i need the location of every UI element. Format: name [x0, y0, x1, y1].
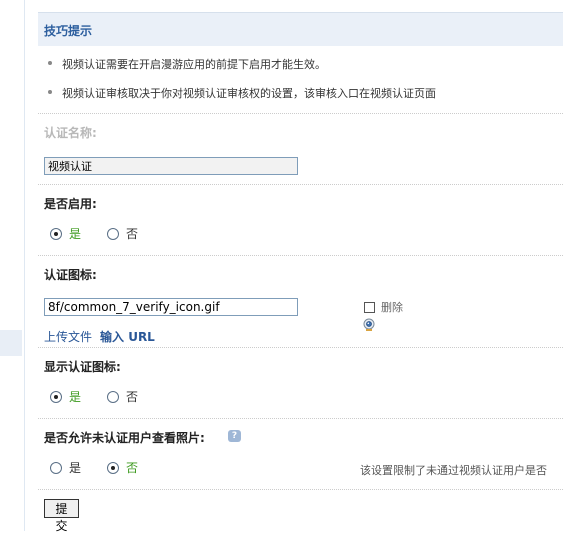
bullet-icon [48, 61, 52, 65]
name-label: 认证名称: [44, 126, 97, 140]
left-sidebar [0, 0, 25, 531]
icon-path-input[interactable] [44, 298, 298, 316]
divider [38, 347, 563, 348]
tip-item: 视频认证审核取决于你对视频认证审核权的设置，该审核入口在视频认证页面 [48, 85, 436, 101]
allow-view-yes-option[interactable]: 是 [50, 459, 81, 476]
radio-checked-icon[interactable] [107, 461, 120, 474]
show-icon-radio-group: 是否 [50, 388, 164, 405]
sidebar-highlight [0, 330, 22, 356]
show-icon-yes-option[interactable]: 是 [50, 388, 81, 405]
submit-button[interactable]: 提交 [44, 499, 79, 533]
name-input[interactable] [44, 157, 298, 175]
radio-unchecked-icon[interactable] [107, 227, 120, 240]
enabled-yes-option[interactable]: 是 [50, 225, 81, 242]
radio-unchecked-icon[interactable] [107, 390, 120, 403]
tips-title: 技巧提示 [44, 24, 93, 38]
tip-item: 视频认证需要在开启漫游应用的前提下启用才能生效。 [48, 56, 326, 72]
enabled-radio-group: 是否 [50, 225, 164, 242]
enabled-label: 是否启用: [44, 197, 97, 211]
input-url-link[interactable]: 输入 URL [100, 330, 155, 344]
radio-unchecked-icon[interactable] [50, 461, 62, 474]
tips-header: 技巧提示 [38, 12, 563, 46]
camera-icon [363, 318, 375, 331]
allow-view-radio-group: 是否 [50, 459, 164, 476]
allow-view-note: 该设置限制了未通过视频认证用户是否 [360, 464, 547, 477]
radio-checked-icon[interactable] [50, 227, 62, 240]
icon-source-links: 上传文件 输入 URL [44, 328, 155, 345]
divider [38, 113, 563, 114]
icon-label: 认证图标: [44, 268, 97, 282]
enabled-no-option[interactable]: 否 [107, 225, 138, 242]
bullet-icon [48, 90, 52, 94]
divider [38, 255, 563, 256]
show-icon-label: 显示认证图标: [44, 360, 121, 374]
radio-checked-icon[interactable] [50, 390, 62, 403]
help-icon[interactable]: ? [228, 430, 241, 442]
divider [38, 489, 563, 490]
divider [38, 418, 563, 419]
show-icon-no-option[interactable]: 否 [107, 388, 138, 405]
delete-label: 删除 [381, 301, 403, 314]
delete-checkbox[interactable] [364, 301, 375, 313]
upload-file-link[interactable]: 上传文件 [44, 330, 92, 344]
delete-checkbox-group[interactable]: 删除 [364, 299, 403, 315]
divider [38, 184, 563, 185]
allow-view-label: 是否允许未认证用户查看照片: [44, 431, 205, 445]
settings-panel: 技巧提示 视频认证需要在开启漫游应用的前提下启用才能生效。 视频认证审核取决于你… [38, 0, 563, 533]
allow-view-no-option[interactable]: 否 [107, 459, 138, 476]
